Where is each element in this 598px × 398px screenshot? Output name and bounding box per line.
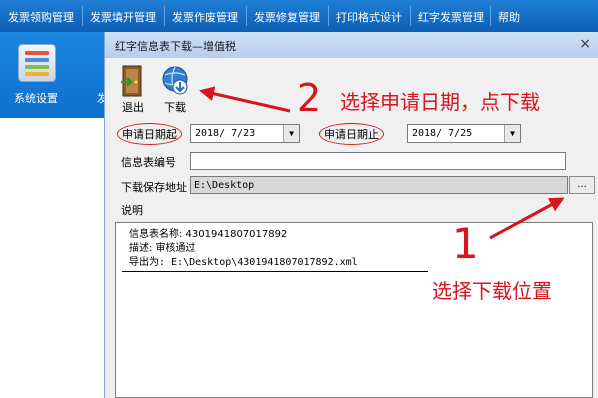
annotation-arrows — [199, 86, 565, 240]
step2-text: 选择申请日期，点下载 — [340, 90, 540, 114]
step2-number: 2 — [297, 76, 322, 120]
arrow-to-download-button — [199, 86, 291, 113]
step1-text: 选择下载位置 — [432, 279, 552, 303]
arrow-to-browse-button — [489, 197, 565, 240]
step1-number: 1 — [452, 219, 479, 268]
